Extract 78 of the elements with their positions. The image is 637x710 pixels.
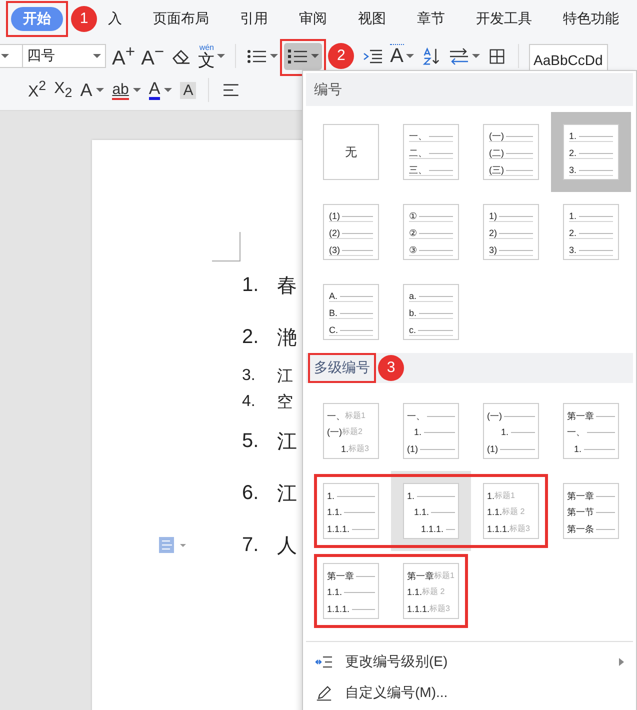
- list-number: 1.: [242, 274, 260, 296]
- menu-item[interactable]: 更改编号级别(E): [303, 646, 636, 677]
- numbering-style-option[interactable]: 无: [323, 124, 379, 180]
- caret-icon[interactable]: [132, 88, 141, 92]
- step-badge: 2: [328, 43, 354, 69]
- caret-icon: [1, 54, 9, 58]
- list-number: 7.: [242, 534, 260, 556]
- font-size-field[interactable]: 四号: [22, 44, 106, 68]
- caret-icon[interactable]: [472, 54, 480, 58]
- line-spacing-icon[interactable]: [448, 46, 470, 66]
- paragraph-handle-icon[interactable]: [158, 536, 188, 554]
- multilevel-style-option[interactable]: 1. 1.1. 1.1.1.: [323, 483, 379, 539]
- step-badge: 3: [378, 355, 404, 381]
- list-number: 4.: [242, 393, 256, 411]
- list-level-icon: [315, 654, 333, 670]
- ribbon-tab[interactable]: 审阅: [291, 7, 335, 31]
- list-text: 人: [277, 534, 297, 558]
- caret-icon: [93, 54, 101, 58]
- caret-icon[interactable]: [217, 54, 226, 58]
- phonetic-guide-button[interactable]: wén 文: [198, 44, 216, 68]
- list-text: 空: [277, 392, 293, 412]
- menu-item[interactable]: 自定义编号(M)...: [303, 677, 636, 708]
- multilevel-style-option[interactable]: 一、 1. (1): [403, 403, 459, 459]
- list-text: 江: [277, 430, 297, 454]
- numbering-style-option[interactable]: A. B. C.: [323, 284, 379, 340]
- list-text: 江: [277, 366, 293, 386]
- ribbon-tab[interactable]: 页面布局: [145, 7, 217, 31]
- text-effect-button[interactable]: A: [80, 80, 92, 100]
- font-color-button[interactable]: A: [148, 80, 160, 100]
- multilevel-style-option[interactable]: (一) 1. (1): [483, 403, 539, 459]
- ribbon-tab[interactable]: 视图: [350, 7, 394, 31]
- list-text: 江: [277, 482, 297, 506]
- list-number: 2.: [242, 326, 260, 348]
- caret-icon[interactable]: [164, 88, 172, 92]
- caret-icon: [311, 54, 320, 58]
- numbered-list-icon: [287, 46, 310, 66]
- shrink-font-button[interactable]: A$^{−}$: [141, 42, 164, 70]
- numbering-style-option[interactable]: (1) (2) (3): [323, 204, 379, 260]
- numbering-style-option[interactable]: 1) 2) 3): [483, 204, 539, 260]
- multilevel-style-option[interactable]: 一、标题1 (一)标题2 1.标题3: [323, 403, 379, 459]
- list-number: 3.: [242, 367, 256, 385]
- ribbon-tab[interactable]: 特色功能: [555, 7, 627, 31]
- multilevel-style-option[interactable]: 第一章标题1 1.1.标题 2 1.1.1.标题3: [403, 563, 459, 619]
- character-shading-button[interactable]: A: [180, 82, 196, 98]
- multilevel-style-option[interactable]: 第一章 第一节 第一条: [563, 483, 619, 539]
- margin-corner-mark: [212, 232, 242, 262]
- numbering-style-option[interactable]: (一) (二) (三): [483, 124, 539, 180]
- caret-icon[interactable]: [270, 54, 278, 58]
- caret-icon[interactable]: [96, 88, 104, 92]
- list-text: 春: [277, 274, 297, 298]
- numbering-style-option[interactable]: 1. 2. 3.: [563, 204, 619, 260]
- multilevel-style-option[interactable]: 第一章 一、 1.: [563, 403, 619, 459]
- numbering-style-option[interactable]: a. b. c.: [403, 284, 459, 340]
- pen-icon: [315, 684, 333, 700]
- numbered-list-button[interactable]: [284, 42, 322, 70]
- list-number: 5.: [242, 430, 260, 452]
- ribbon-tab[interactable]: 开发工具: [468, 7, 540, 31]
- caret-icon[interactable]: [406, 54, 414, 58]
- font-name-field[interactable]: [0, 44, 24, 68]
- ribbon-tab[interactable]: 引用: [232, 7, 276, 31]
- numbering-style-option[interactable]: 一、 二、 三、: [403, 124, 459, 180]
- ribbon-tab[interactable]: 入: [100, 7, 130, 31]
- subscript-button[interactable]: X$_{2}$: [54, 80, 72, 100]
- ribbon-tab[interactable]: 章节: [409, 7, 453, 31]
- multilevel-style-option[interactable]: 1.标题1 1.1.标题 2 1.1.1.标题3: [483, 483, 539, 539]
- step-badge: 1: [71, 6, 97, 32]
- text-direction-button[interactable]: A: [390, 44, 404, 68]
- numbering-style-option[interactable]: 1. 2. 3.: [563, 124, 619, 180]
- section-header: 编号: [306, 73, 633, 106]
- multilevel-style-option[interactable]: 第一章 1.1. 1.1.1.: [323, 563, 379, 619]
- multilevel-style-option[interactable]: 1. 1.1. 1.1.1.: [403, 483, 459, 539]
- highlight-button[interactable]: ab: [112, 80, 129, 100]
- grow-font-button[interactable]: A$^{+}$: [112, 42, 136, 70]
- section-header: 多级编号 3: [306, 353, 633, 383]
- list-number: 6.: [242, 482, 260, 504]
- list-text: 滟: [277, 326, 297, 350]
- superscript-button[interactable]: X$^{2}$: [28, 78, 46, 102]
- numbering-style-option[interactable]: ① ② ③: [403, 204, 459, 260]
